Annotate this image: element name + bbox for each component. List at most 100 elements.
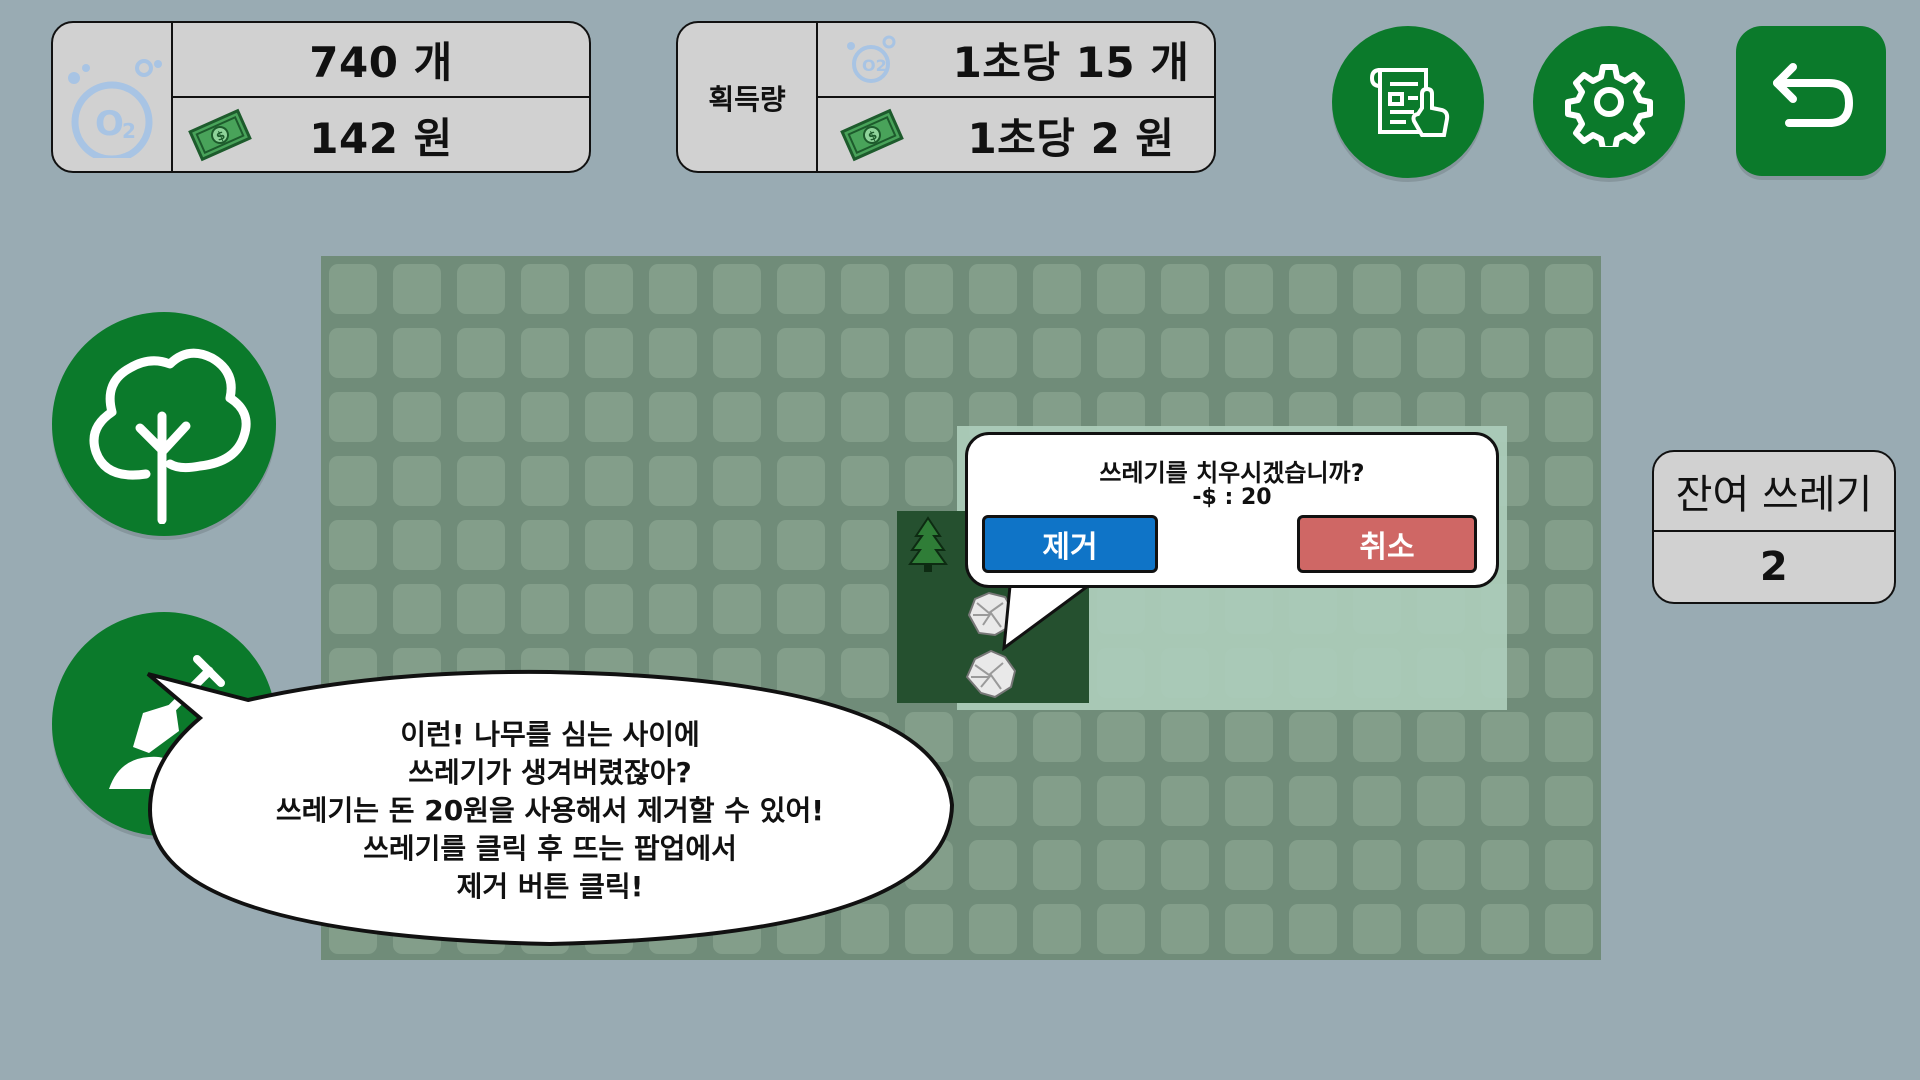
grid-tile[interactable] [969,264,1017,314]
grid-tile[interactable] [1289,712,1337,762]
grid-tile[interactable] [521,520,569,570]
grid-tile[interactable] [1033,840,1081,890]
settings-button[interactable] [1533,26,1685,178]
quest-button[interactable] [1332,26,1484,178]
grid-tile[interactable] [1417,840,1465,890]
grid-tile[interactable] [649,264,697,314]
grid-tile[interactable] [1353,904,1401,954]
grid-tile[interactable] [1225,712,1273,762]
grid-tile[interactable] [1161,712,1209,762]
grid-tile[interactable] [1481,904,1529,954]
grid-tile[interactable] [1417,328,1465,378]
grid-tile[interactable] [649,456,697,506]
grid-tile[interactable] [329,584,377,634]
grid-tile[interactable] [1353,840,1401,890]
grid-tile[interactable] [905,328,953,378]
grid-tile[interactable] [1033,328,1081,378]
grid-tile[interactable] [1481,328,1529,378]
grid-tile[interactable] [1545,840,1593,890]
grid-tile[interactable] [905,456,953,506]
grid-tile[interactable] [777,520,825,570]
grid-tile[interactable] [329,328,377,378]
grid-tile[interactable] [905,264,953,314]
grid-tile[interactable] [521,584,569,634]
grid-tile[interactable] [393,264,441,314]
grid-tile[interactable] [841,584,889,634]
grid-tile[interactable] [1289,904,1337,954]
grid-tile[interactable] [1481,776,1529,826]
grid-tile[interactable] [649,392,697,442]
grid-tile[interactable] [713,520,761,570]
grid-tile[interactable] [777,328,825,378]
grid-tile[interactable] [969,904,1017,954]
grid-tile[interactable] [1097,904,1145,954]
grid-tile[interactable] [1161,328,1209,378]
grid-tile[interactable] [1033,904,1081,954]
grid-tile[interactable] [585,520,633,570]
grid-tile[interactable] [841,520,889,570]
grid-tile[interactable] [1481,712,1529,762]
grid-tile[interactable] [329,520,377,570]
grid-tile[interactable] [1033,712,1081,762]
back-button[interactable] [1736,26,1886,176]
grid-tile[interactable] [1481,264,1529,314]
grid-tile[interactable] [1289,840,1337,890]
grid-tile[interactable] [1353,776,1401,826]
grid-tile[interactable] [1545,584,1593,634]
grid-tile[interactable] [713,456,761,506]
grid-tile[interactable] [713,328,761,378]
grid-tile[interactable] [1545,712,1593,762]
grid-tile[interactable] [393,584,441,634]
grid-tile[interactable] [393,520,441,570]
grid-tile[interactable] [457,584,505,634]
grid-tile[interactable] [585,456,633,506]
grid-tile[interactable] [329,456,377,506]
grid-tile[interactable] [777,456,825,506]
grid-tile[interactable] [1097,328,1145,378]
grid-tile[interactable] [1161,264,1209,314]
grid-tile[interactable] [1417,776,1465,826]
confirm-remove-button[interactable]: 제거 [982,515,1158,573]
grid-tile[interactable] [1289,328,1337,378]
grid-tile[interactable] [1097,840,1145,890]
grid-tile[interactable] [329,392,377,442]
grid-tile[interactable] [457,520,505,570]
grid-tile[interactable] [393,328,441,378]
grid-tile[interactable] [969,712,1017,762]
grid-tile[interactable] [1097,712,1145,762]
grid-tile[interactable] [1353,264,1401,314]
grid-tile[interactable] [585,584,633,634]
grid-tile[interactable] [1353,328,1401,378]
grid-tile[interactable] [1161,904,1209,954]
grid-tile[interactable] [1097,776,1145,826]
grid-tile[interactable] [1353,712,1401,762]
grid-tile[interactable] [649,520,697,570]
grid-tile[interactable] [1545,520,1593,570]
grid-tile[interactable] [393,456,441,506]
grid-tile[interactable] [777,584,825,634]
grid-tile[interactable] [841,328,889,378]
grid-tile[interactable] [1545,776,1593,826]
grid-tile[interactable] [585,328,633,378]
grid-tile[interactable] [457,328,505,378]
grid-tile[interactable] [713,584,761,634]
grid-tile[interactable] [1545,456,1593,506]
grid-tile[interactable] [457,264,505,314]
grid-tile[interactable] [1033,776,1081,826]
grid-tile[interactable] [1225,776,1273,826]
grid-tile[interactable] [1417,904,1465,954]
grid-tile[interactable] [521,328,569,378]
grid-tile[interactable] [713,264,761,314]
grid-tile[interactable] [1161,840,1209,890]
grid-tile[interactable] [585,392,633,442]
grid-tile[interactable] [1225,328,1273,378]
grid-tile[interactable] [649,328,697,378]
grid-tile[interactable] [841,392,889,442]
grid-tile[interactable] [521,392,569,442]
plant-tree-button[interactable] [52,312,276,536]
grid-tile[interactable] [713,392,761,442]
grid-tile[interactable] [1161,776,1209,826]
grid-tile[interactable] [841,456,889,506]
grid-tile[interactable] [969,328,1017,378]
grid-tile[interactable] [969,776,1017,826]
